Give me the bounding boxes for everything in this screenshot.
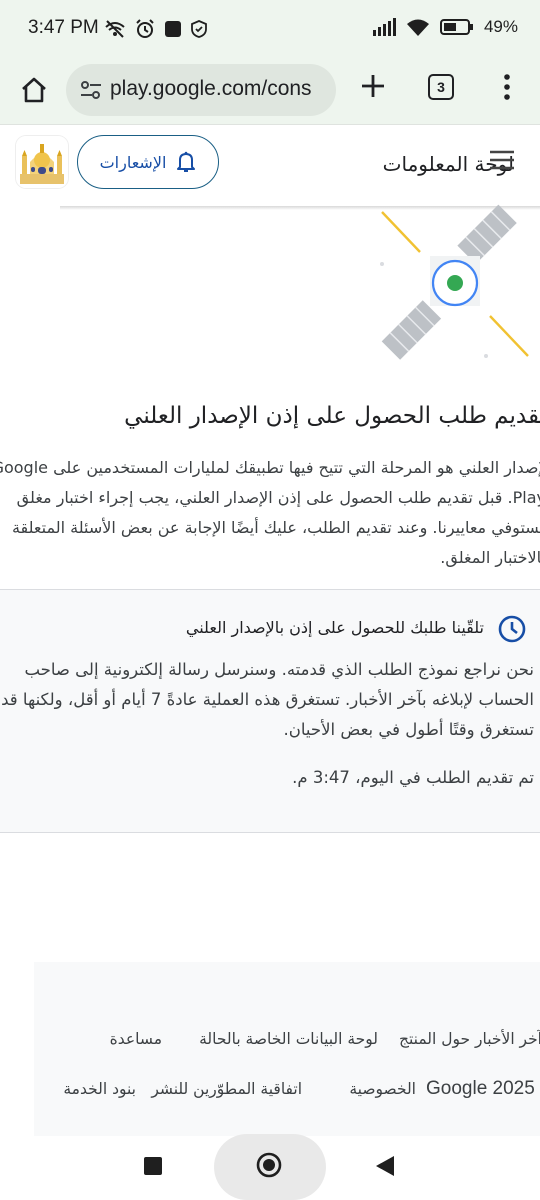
status-time: 3:47 PM	[28, 17, 99, 38]
status-bar: 3:47 PM 49%	[0, 0, 540, 58]
footer-link-help[interactable]: مساعدة	[110, 1030, 162, 1048]
footer-link-terms[interactable]: بنود الخدمة	[63, 1080, 136, 1098]
satellite-illustration	[380, 204, 529, 360]
description-line: Play. قبل تقديم طلب الحصول على إذن الإصد…	[16, 488, 540, 507]
footer-link-status-dashboard[interactable]: لوحة البيانات الخاصة بالحالة	[199, 1030, 378, 1048]
submitted-timestamp: تم تقديم الطلب في اليوم، 3:47 م.	[292, 768, 534, 787]
footer-link-product-news[interactable]: آخر الأخبار حول المنتج	[399, 1030, 540, 1048]
app-icon[interactable]	[16, 136, 68, 188]
notifications-button[interactable]: الإشعارات	[77, 135, 219, 189]
alarm-icon	[136, 19, 154, 38]
back-icon[interactable]	[374, 1154, 396, 1178]
more-menu-icon[interactable]	[500, 72, 514, 102]
browser-toolbar: play.google.com/cons 3	[0, 58, 540, 125]
shield-icon	[191, 20, 207, 38]
description: الإصدار العلني هو المرحلة التي تتيح فيها…	[0, 458, 540, 576]
footer-link-privacy[interactable]: الخصوصية	[349, 1080, 416, 1098]
home-circle-icon	[256, 1152, 282, 1178]
wifi-icon	[406, 19, 429, 36]
address-bar[interactable]: play.google.com/cons	[66, 64, 336, 116]
notifications-label: الإشعارات	[99, 152, 167, 172]
home-icon	[22, 77, 46, 103]
page-title: تقديم طلب الحصول على إذن الإصدار العلني	[124, 403, 540, 429]
status-heading: تلقّينا طلبك للحصول على إذن بالإصدار الع…	[185, 618, 484, 637]
menu-icon[interactable]	[490, 150, 514, 170]
recents-button[interactable]	[144, 1157, 162, 1175]
clock-icon	[498, 615, 526, 643]
footer-copyright: Google 2025	[426, 1078, 535, 1099]
url-text: play.google.com/cons	[110, 77, 312, 100]
status-body-line: تستغرق وقتًا أطول في بعض الأحيان.	[283, 720, 534, 739]
bell-icon	[177, 151, 196, 172]
new-tab-icon[interactable]	[358, 71, 388, 101]
status-body-line: نحن نراجع نموذج الطلب الذي قدمته. وسنرسل…	[24, 660, 534, 679]
status-body-line: الحساب لإبلاغه بآخر الأخبار. تستغرق هذه …	[1, 690, 534, 709]
battery-percent: 49%	[483, 17, 518, 36]
home-button[interactable]	[16, 72, 52, 108]
description-line: بالاختبار المغلق.	[440, 548, 540, 567]
footer: آخر الأخبار حول المنتج لوحة البيانات الخ…	[34, 962, 540, 1136]
site-settings-icon[interactable]	[80, 80, 102, 100]
footer-link-developer-agreement[interactable]: اتفاقية المطوّرين للنشر	[151, 1080, 302, 1098]
tab-switcher-button[interactable]: 3	[428, 74, 454, 100]
battery-icon	[439, 19, 473, 35]
mosque-icon	[16, 136, 68, 188]
stop-icon	[165, 21, 181, 37]
wifi-off-icon	[105, 20, 125, 38]
description-line: الإصدار العلني هو المرحلة التي تتيح فيها…	[0, 458, 540, 477]
signal-icon	[372, 18, 396, 36]
description-line: يستوفي معاييرنا. وعند تقديم الطلب، عليك …	[11, 518, 540, 537]
